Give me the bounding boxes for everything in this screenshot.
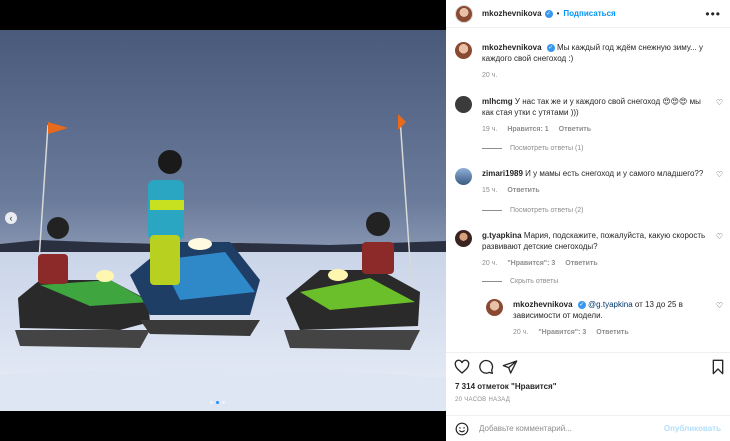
carousel-dot	[210, 401, 213, 404]
emoji-icon[interactable]	[455, 422, 469, 436]
ellipsis-icon[interactable]: •••	[705, 7, 721, 21]
view-replies-button[interactable]: Посмотреть ответы (1)	[482, 145, 584, 152]
comment-input[interactable]	[479, 424, 664, 433]
view-replies-label[interactable]: Посмотреть ответы (2)	[510, 207, 584, 214]
heart-icon[interactable]	[454, 359, 470, 375]
share-icon[interactable]	[502, 359, 518, 375]
comment-time[interactable]: 15 ч.	[482, 185, 497, 196]
like-comment-heart-icon[interactable]: ♡	[716, 232, 723, 241]
separator-dot: •	[556, 9, 560, 18]
comment-username[interactable]: zimari1989	[482, 169, 523, 178]
follow-button[interactable]: Подписаться	[563, 9, 615, 18]
comment-username[interactable]: mlhcmg	[482, 97, 513, 106]
post-side-panel: mkozhevnikova ✓ • Подписаться ••• mkozhe…	[446, 0, 730, 441]
comment-likes[interactable]: "Нравится": 3	[507, 258, 555, 269]
view-replies-label[interactable]: Посмотреть ответы (1)	[510, 145, 584, 152]
reply-item: mkozhevnikova ✓ @g.tyapkina от 13 до 25 …	[486, 299, 723, 338]
comment-time[interactable]: 20 ч.	[482, 258, 497, 269]
reply-button[interactable]: Ответить	[507, 185, 539, 196]
carousel-indicator	[210, 401, 225, 404]
commenter-avatar[interactable]	[455, 168, 472, 185]
verified-badge-icon: ✓	[577, 300, 586, 309]
reply-button[interactable]: Ответить	[565, 258, 597, 269]
comment-icon[interactable]	[478, 359, 494, 375]
comment-meta: 19 ч. Нравится: 1 Ответить	[482, 124, 709, 135]
commenter-avatar[interactable]	[455, 96, 472, 113]
comment-item: g.tyapkina Мария, подскажите, пожалуйста…	[455, 230, 723, 269]
bookmark-icon[interactable]	[710, 359, 726, 375]
reply-button[interactable]: Ответить	[559, 124, 591, 135]
publish-button[interactable]: Опубликовать	[664, 424, 721, 433]
replies-divider	[482, 210, 502, 211]
reply-mention-link[interactable]: @g.tyapkina	[588, 300, 633, 309]
comment-item: zimari1989 И у мамы есть снегоход и у са…	[455, 168, 723, 196]
comment-text: У нас так же и у каждого свой снегоход 😍…	[482, 97, 701, 117]
author-username[interactable]: mkozhevnikova	[482, 9, 542, 18]
verified-badge-icon: ✓	[546, 43, 555, 52]
replies-divider	[482, 281, 502, 282]
replies-divider	[482, 148, 502, 149]
carousel-dot-active	[216, 401, 219, 404]
author-avatar[interactable]	[455, 4, 473, 23]
comment-composer: Опубликовать	[446, 415, 730, 441]
commenter-avatar[interactable]	[455, 230, 472, 247]
view-replies-button[interactable]: Посмотреть ответы (2)	[482, 207, 584, 214]
verified-badge-icon: ✓	[544, 9, 553, 18]
comments-list[interactable]: mkozhevnikova ✓ Мы каждый год ждём снежн…	[446, 28, 730, 350]
post-actions-bar	[446, 352, 730, 380]
reply-meta: 20 ч. "Нравится": 3 Ответить	[513, 327, 709, 338]
hide-replies-label[interactable]: Скрыть ответы	[510, 278, 558, 285]
reply-button[interactable]: Ответить	[596, 327, 628, 338]
like-comment-heart-icon[interactable]: ♡	[716, 301, 723, 310]
hide-replies-button[interactable]: Скрыть ответы	[482, 278, 558, 285]
reply-username[interactable]: mkozhevnikova	[513, 300, 573, 309]
post-header: mkozhevnikova ✓ • Подписаться •••	[446, 0, 730, 28]
comment-item: mlhcmg У нас так же и у каждого свой сне…	[455, 96, 723, 135]
comment-username[interactable]: g.tyapkina	[482, 231, 522, 240]
carousel-dot	[222, 401, 225, 404]
comment-time[interactable]: 19 ч.	[482, 124, 497, 135]
post-caption: mkozhevnikova ✓ Мы каждый год ждём снежн…	[455, 42, 723, 81]
comment-meta: 20 ч. "Нравится": 3 Ответить	[482, 258, 709, 269]
reply-likes[interactable]: "Нравится": 3	[538, 327, 586, 338]
comment-text: И у мамы есть снегоход и у самого младше…	[525, 169, 704, 178]
comment-likes[interactable]: Нравится: 1	[507, 124, 548, 135]
instagram-post-modal: ‹ mkozhevnikova ✓ • Подписаться ••• mkoz…	[0, 0, 730, 441]
comment-meta: 15 ч. Ответить	[482, 185, 709, 196]
like-comment-heart-icon[interactable]: ♡	[716, 98, 723, 107]
caption-username[interactable]: mkozhevnikova	[482, 43, 542, 52]
previous-photo-button[interactable]: ‹	[5, 212, 17, 224]
author-avatar[interactable]	[486, 299, 503, 316]
post-timestamp[interactable]: 20 ЧАСОВ НАЗАД	[455, 397, 510, 403]
caption-meta: 20 ч.	[482, 70, 709, 81]
post-photo[interactable]	[0, 30, 446, 411]
author-avatar[interactable]	[455, 42, 472, 59]
caption-time[interactable]: 20 ч.	[482, 70, 497, 81]
like-comment-heart-icon[interactable]: ♡	[716, 170, 723, 179]
reply-time[interactable]: 20 ч.	[513, 327, 528, 338]
likes-count[interactable]: 7 314 отметок "Нравится"	[455, 382, 557, 391]
